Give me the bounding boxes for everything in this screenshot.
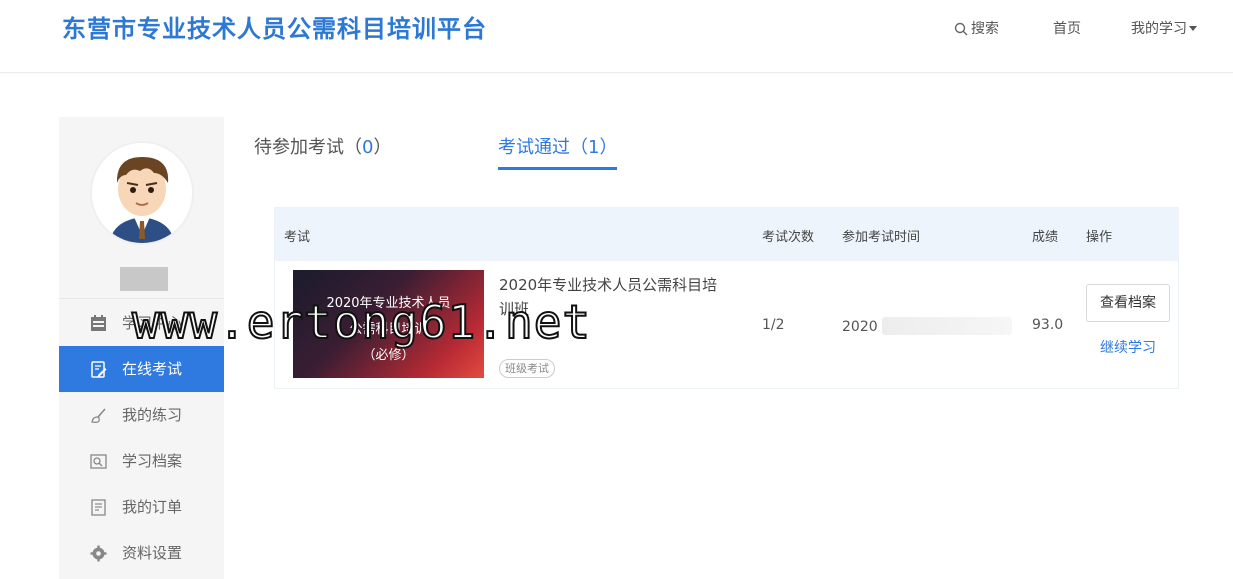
tab-suffix: ） bbox=[599, 137, 618, 158]
sidebar-item-label: 在线考试 bbox=[122, 360, 183, 378]
th-actions: 操作 bbox=[1086, 230, 1113, 245]
exam-time-value: 2020 bbox=[842, 317, 1012, 335]
exam-icon bbox=[91, 361, 107, 378]
username-masked bbox=[120, 267, 168, 291]
score-value: 93.0 bbox=[1032, 317, 1064, 333]
th-attempts: 考试次数 bbox=[762, 230, 815, 245]
sidebar-item-settings[interactable]: 资料设置 bbox=[59, 530, 224, 576]
avatar bbox=[90, 141, 194, 245]
tab-label: 考试通过（ bbox=[498, 137, 588, 158]
sidebar-item-label: 资料设置 bbox=[122, 544, 183, 562]
class-exam-tag: 班级考试 bbox=[499, 359, 555, 378]
nav-home[interactable]: 首页 bbox=[1053, 20, 1081, 38]
tab-count: 0 bbox=[362, 137, 374, 158]
th-score: 成绩 bbox=[1032, 230, 1059, 245]
tab-label: 待参加考试（ bbox=[254, 137, 362, 158]
tab-passed-exams[interactable]: 考试通过（1） bbox=[498, 134, 618, 170]
nav-my-learning[interactable]: 我的学习 bbox=[1131, 20, 1197, 38]
tab-count: 1 bbox=[588, 137, 600, 158]
sidebar-item-label: 我的订单 bbox=[122, 498, 183, 516]
nav-my-label: 我的学习 bbox=[1131, 21, 1187, 37]
watermark: www.ertong61.net bbox=[131, 294, 592, 350]
calendar-icon bbox=[91, 315, 106, 331]
order-icon bbox=[91, 499, 106, 516]
sidebar-item-label: 我的练习 bbox=[122, 406, 183, 424]
sidebar-item-archive[interactable]: 学习档案 bbox=[59, 438, 224, 484]
brush-icon bbox=[91, 408, 106, 423]
sidebar-item-online-exam[interactable]: 在线考试 bbox=[59, 346, 224, 392]
nav-search-label: 搜索 bbox=[971, 21, 999, 37]
site-title[interactable]: 东营市专业技术人员公需科目培训平台 bbox=[62, 9, 487, 44]
archive-icon bbox=[90, 454, 107, 469]
sidebar-item-practice[interactable]: 我的练习 bbox=[59, 392, 224, 438]
gear-icon bbox=[90, 545, 107, 562]
tab-suffix: ） bbox=[373, 137, 392, 158]
caret-down-icon bbox=[1189, 26, 1197, 31]
sidebar-item-orders[interactable]: 我的订单 bbox=[59, 484, 224, 530]
th-exam-time: 参加考试时间 bbox=[842, 230, 921, 245]
view-archive-button[interactable]: 查看档案 bbox=[1086, 284, 1170, 322]
exam-time-year: 2020 bbox=[842, 319, 878, 335]
attempts-value: 1/2 bbox=[762, 317, 785, 333]
nav-search[interactable]: 搜索 bbox=[954, 20, 999, 38]
exam-time-masked bbox=[881, 317, 1012, 335]
search-icon bbox=[954, 22, 968, 36]
tab-pending-exams[interactable]: 待参加考试（0） bbox=[254, 134, 391, 170]
th-exam: 考试 bbox=[284, 230, 311, 245]
table-header: 考试 考试次数 参加考试时间 成绩 操作 bbox=[275, 208, 1178, 261]
sidebar-item-label: 学习档案 bbox=[122, 452, 183, 470]
continue-learning-link[interactable]: 继续学习 bbox=[1100, 337, 1156, 357]
top-header: 东营市专业技术人员公需科目培训平台 搜索 首页 我的学习 bbox=[0, 0, 1233, 73]
